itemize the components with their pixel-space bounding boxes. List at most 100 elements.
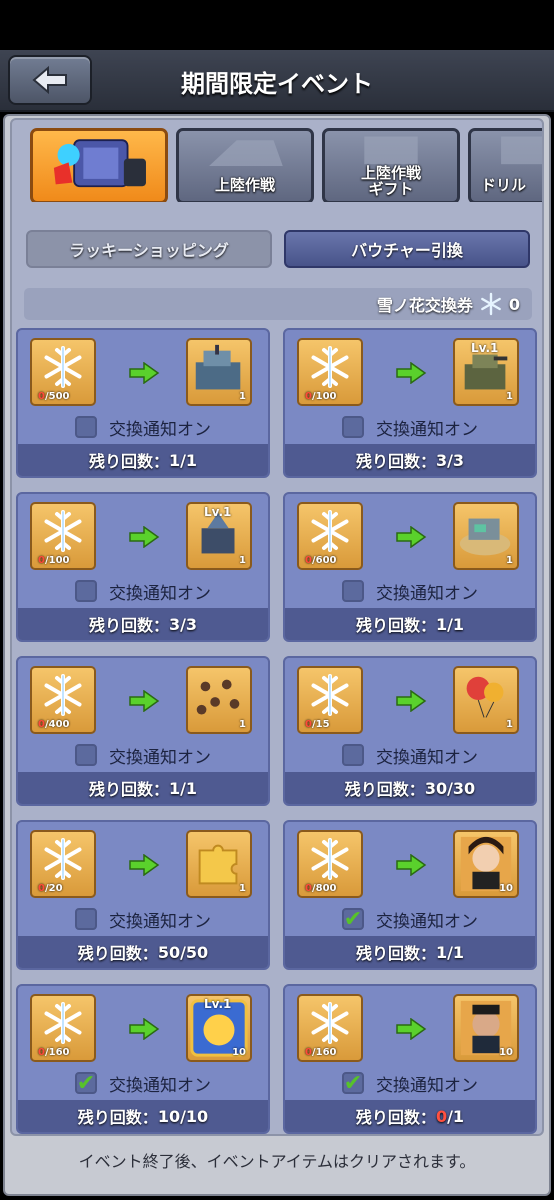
currency-bar: 雪ノ花交換券 0 xyxy=(24,288,532,320)
remaining-count-bar: 残り回数： 3/3 xyxy=(285,444,535,476)
arrow-right-icon xyxy=(129,690,160,712)
notify-checkbox[interactable] xyxy=(75,744,97,766)
cost-amount: 0/100 xyxy=(305,391,337,402)
notify-checkbox[interactable] xyxy=(75,908,97,930)
cost-slot[interactable]: 0/160 xyxy=(30,994,96,1062)
remaining-count-bar: 残り回数： 30/30 xyxy=(285,772,535,804)
cost-slot[interactable]: 0/600 xyxy=(297,502,363,570)
checkmark-icon: ✔ xyxy=(343,906,363,932)
remaining-count-bar: 残り回数： 3/3 xyxy=(18,608,268,640)
snowflake-icon xyxy=(308,1001,352,1045)
reward-slot[interactable]: 1 xyxy=(186,830,252,898)
tab-drill[interactable]: ドリル xyxy=(468,128,542,202)
snowflake-icon xyxy=(308,345,352,389)
currency-label: 雪ノ花交換券 xyxy=(376,296,473,315)
cost-slot[interactable]: 0/400 xyxy=(30,666,96,734)
remaining-count-bar: 残り回数： 1/1 xyxy=(18,772,268,804)
exchange-card: 0/15 1 交換通知オン 残り回数： 30/30 xyxy=(283,656,537,806)
notify-checkbox[interactable]: ✔ xyxy=(75,1070,97,1096)
remain-count: 3/3 xyxy=(168,614,198,634)
remain-label: 残り回数： xyxy=(355,616,436,635)
remain-label: 残り回数： xyxy=(77,1108,158,1127)
reward-quantity: 1 xyxy=(506,719,513,730)
cost-slot[interactable]: 0/500 xyxy=(30,338,96,406)
arrow-right-icon xyxy=(396,690,427,712)
tab-event-chest[interactable] xyxy=(30,128,168,202)
notify-label: 交換通知オン xyxy=(109,583,211,604)
cost-slot[interactable]: 0/160 xyxy=(297,994,363,1062)
snowflake-icon xyxy=(308,673,352,717)
remain-label: 残り回数： xyxy=(355,1108,436,1127)
remain-count-zero: 0 xyxy=(435,1106,448,1126)
reward-quantity: 1 xyxy=(239,555,246,566)
cost-slot[interactable]: 0/15 xyxy=(297,666,363,734)
notify-label: 交換通知オン xyxy=(109,419,211,440)
cost-slot[interactable]: 0/20 xyxy=(30,830,96,898)
notify-row: 交換通知オン xyxy=(18,904,268,934)
tab-lucky-shopping[interactable]: ラッキーショッピング xyxy=(26,230,272,268)
reward-slot[interactable]: Lv.1 1 xyxy=(453,338,519,406)
remain-count: 50/50 xyxy=(157,942,209,962)
tab-landing-operation-gift[interactable]: 上陸作戦 ギフト xyxy=(322,128,460,202)
reward-quantity: 1 xyxy=(239,883,246,894)
remaining-count-bar: 残り回数： 1/1 xyxy=(18,444,268,476)
remain-count: 10/10 xyxy=(157,1106,209,1126)
reward-slot[interactable]: Lv.1 1 xyxy=(186,502,252,570)
reward-slot[interactable]: Lv.1 10 xyxy=(186,994,252,1062)
notify-row: 交換通知オン xyxy=(18,740,268,770)
notify-row: 交換通知オン xyxy=(285,740,535,770)
remain-label: 残り回数： xyxy=(355,944,436,963)
notify-checkbox[interactable] xyxy=(342,744,364,766)
reward-quantity: 10 xyxy=(499,1047,513,1058)
cost-slot[interactable]: 0/800 xyxy=(297,830,363,898)
cost-slot[interactable]: 0/100 xyxy=(30,502,96,570)
arrow-right-icon xyxy=(129,1018,160,1040)
snowflake-icon xyxy=(308,837,352,881)
notify-row: 交換通知オン xyxy=(285,412,535,442)
reward-slot[interactable]: 10 xyxy=(453,994,519,1062)
remaining-count-bar: 残り回数： 1/1 xyxy=(285,608,535,640)
page-title: 期間限定イベント xyxy=(181,70,373,98)
remain-label: 残り回数： xyxy=(344,780,425,799)
notify-row: ✔ 交換通知オン xyxy=(18,1068,268,1098)
cost-amount: 0/100 xyxy=(38,555,70,566)
notify-checkbox[interactable]: ✔ xyxy=(342,1071,364,1096)
reward-slot[interactable]: 1 xyxy=(453,502,519,570)
arrow-right-icon xyxy=(396,362,427,384)
remaining-count-bar: 残り回数： 50/50 xyxy=(18,936,268,968)
notify-row: ✔ 交換通知オン xyxy=(285,904,535,934)
notify-checkbox[interactable] xyxy=(342,416,364,438)
cost-amount: 0/20 xyxy=(38,883,63,894)
reward-slot[interactable]: 1 xyxy=(186,338,252,406)
notify-checkbox[interactable]: ✔ xyxy=(342,906,364,932)
exchange-card: 0/160 10 ✔ 交換通知オン 残り回数： 0/1 xyxy=(283,984,537,1134)
checkmark-icon: ✔ xyxy=(76,1070,96,1096)
cost-amount: 0/160 xyxy=(305,1047,337,1058)
tab-landing-operation[interactable]: 上陸作戦 xyxy=(176,128,314,202)
reward-slot[interactable]: 1 xyxy=(453,666,519,734)
reward-slot[interactable]: 1 xyxy=(186,666,252,734)
notify-label: 交換通知オン xyxy=(376,583,478,604)
arrow-right-icon xyxy=(129,854,160,876)
notify-row: 交換通知オン xyxy=(18,576,268,606)
cost-amount: 0/600 xyxy=(305,555,337,566)
notify-label: 交換通知オン xyxy=(376,911,478,932)
notify-checkbox[interactable] xyxy=(342,580,364,602)
remain-count: 1/1 xyxy=(168,450,198,470)
cost-slot[interactable]: 0/100 xyxy=(297,338,363,406)
notify-row: ✔ 交換通知オン xyxy=(285,1068,535,1098)
remain-count: 1/1 xyxy=(435,614,465,634)
level-badge: Lv.1 xyxy=(204,997,232,1011)
reward-quantity: 10 xyxy=(499,883,513,894)
tab-voucher-exchange[interactable]: バウチャー引換 xyxy=(284,230,530,268)
remain-label: 残り回数： xyxy=(88,452,169,471)
currency-amount: 0 xyxy=(508,294,520,314)
reward-quantity: 10 xyxy=(232,1047,246,1058)
exchange-card: 0/400 1 交換通知オン 残り回数： 1/1 xyxy=(16,656,270,806)
reward-slot[interactable]: 10 xyxy=(453,830,519,898)
cost-amount: 0/160 xyxy=(38,1047,70,1058)
remain-label: 残り回数： xyxy=(77,944,158,963)
notify-label: 交換通知オン xyxy=(109,1075,211,1096)
notify-checkbox[interactable] xyxy=(75,580,97,602)
notify-checkbox[interactable] xyxy=(75,416,97,438)
